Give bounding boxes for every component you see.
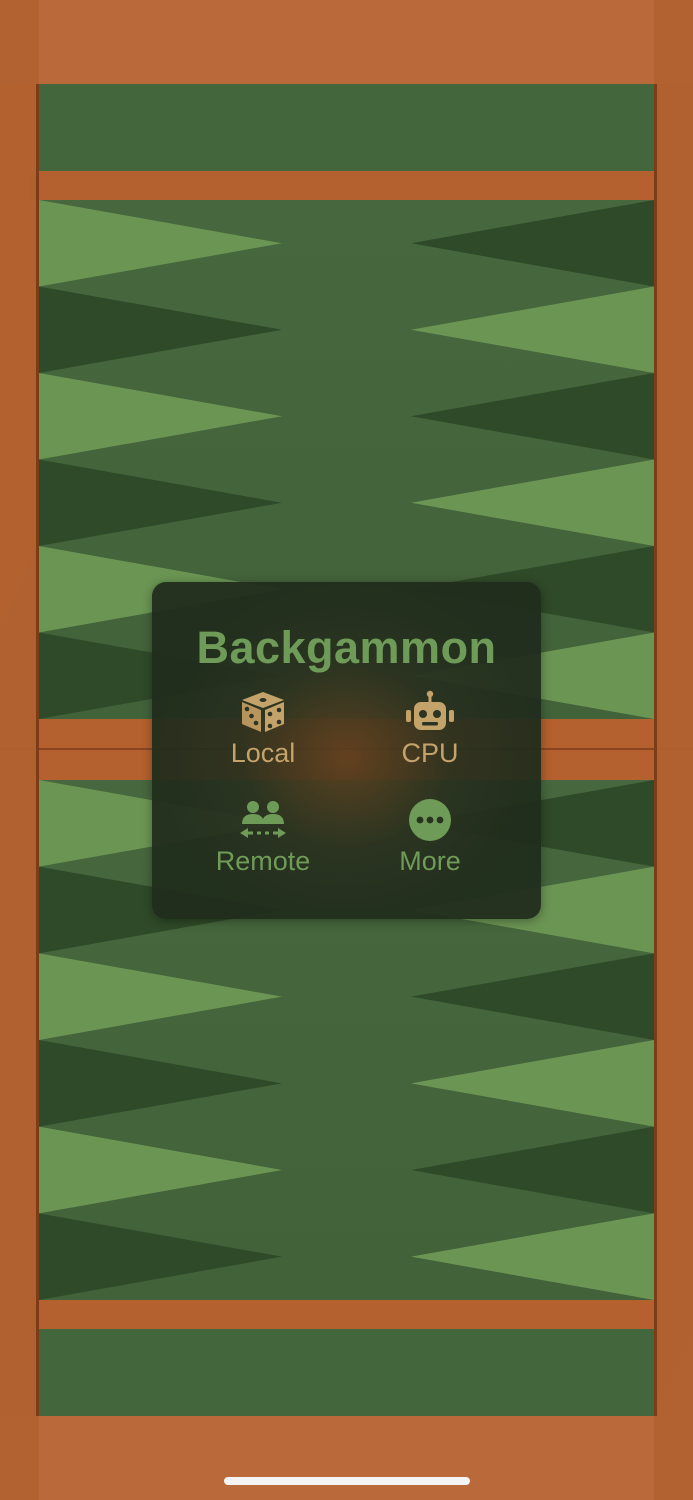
home-indicator[interactable] xyxy=(224,1477,470,1485)
cpu-game-button[interactable]: CPU xyxy=(350,690,510,782)
menu-title: Backgammon xyxy=(196,622,497,673)
remote-label: Remote xyxy=(215,846,311,876)
bottom-rail xyxy=(30,1300,663,1329)
more-label: More xyxy=(399,846,461,876)
frame-bottom-edge xyxy=(0,1416,693,1500)
ellipsis-circle-icon xyxy=(409,799,451,841)
remote-players-icon xyxy=(240,801,286,838)
top-rail xyxy=(30,171,663,200)
top-tray[interactable] xyxy=(39,84,654,171)
frame-left-inner-shadow xyxy=(36,84,39,1416)
more-options-button[interactable]: More xyxy=(350,798,510,890)
robot-icon xyxy=(406,690,454,730)
remote-game-button[interactable]: Remote xyxy=(183,798,343,890)
frame-left xyxy=(0,0,39,1500)
cpu-label: CPU xyxy=(401,738,459,768)
frame-top-edge xyxy=(0,0,693,84)
frame-right xyxy=(654,0,693,1500)
local-label: Local xyxy=(230,738,296,768)
bottom-tray[interactable] xyxy=(39,1329,654,1416)
frame-right-inner-shadow xyxy=(654,84,657,1416)
local-game-button[interactable]: Local xyxy=(183,690,343,782)
dice-icon xyxy=(242,692,284,732)
game-mode-menu: Backgammon Local CPU Remote More xyxy=(152,582,541,919)
